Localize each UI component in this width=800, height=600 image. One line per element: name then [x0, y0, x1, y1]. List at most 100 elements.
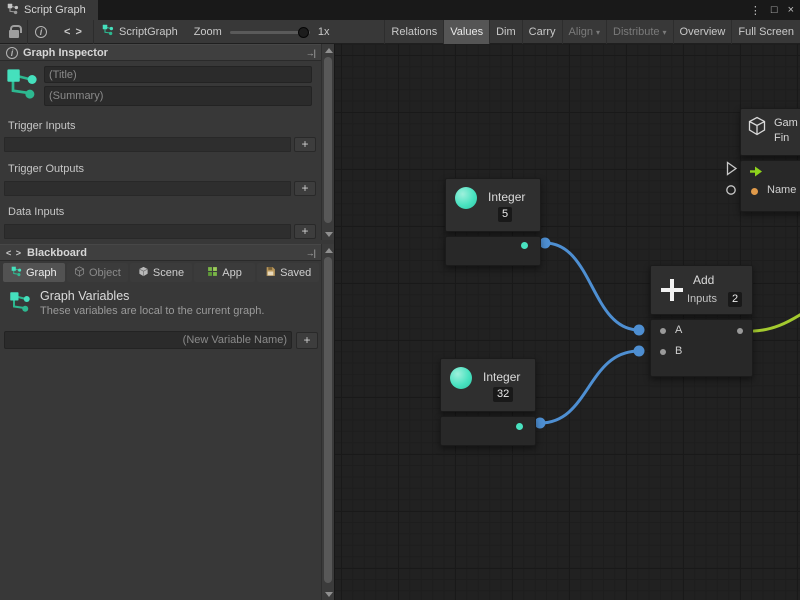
inputs-count-field[interactable]: 2: [728, 292, 742, 307]
zoom-slider[interactable]: [230, 20, 310, 44]
flow-arrow-icon: [749, 166, 763, 180]
input-port-name[interactable]: [751, 188, 758, 195]
tab-graph[interactable]: Graph: [3, 263, 65, 282]
code-icon: < >: [64, 26, 83, 38]
object-tab-icon: [74, 266, 85, 280]
graph-asset-label: ScriptGraph: [119, 26, 178, 38]
carry-button[interactable]: Carry: [522, 20, 562, 44]
graph-canvas[interactable]: Integer 5 Integer 32 Add Inputs: [335, 44, 800, 600]
scroll-up-icon[interactable]: [322, 244, 335, 256]
inputs-label: Inputs: [687, 293, 717, 305]
blackboard-tabs: Graph Object Scene App Saved: [3, 263, 319, 282]
scrollbar-thumb[interactable]: [324, 257, 332, 583]
left-panel: i Graph Inspector →| Trigger Inputs + Tr…: [0, 44, 335, 600]
new-variable-input[interactable]: [4, 331, 292, 349]
node-integer-32[interactable]: Integer 32: [440, 358, 536, 446]
zoom-value: 1x: [318, 26, 330, 38]
graph-title-input[interactable]: [44, 66, 312, 83]
wire-endpoint[interactable]: [634, 346, 645, 357]
add-trigger-output-button[interactable]: +: [294, 181, 316, 196]
graph-asset-button[interactable]: ScriptGraph: [94, 20, 186, 44]
relations-button[interactable]: Relations: [384, 20, 443, 44]
tab-saved[interactable]: Saved: [257, 263, 319, 282]
wire-endpoint[interactable]: [535, 418, 546, 429]
wire-endpoint[interactable]: [634, 325, 645, 336]
chevron-down-icon: ▾: [663, 28, 667, 37]
window-controls: ⋮ □ ×: [750, 0, 794, 20]
close-icon[interactable]: ×: [788, 4, 794, 16]
input-port-a[interactable]: [660, 328, 666, 334]
edit-source-button[interactable]: < >: [54, 20, 94, 44]
blackboard-header: < > Blackboard →|: [0, 244, 321, 261]
info-icon: i: [6, 47, 18, 59]
blackboard-icon: < >: [6, 248, 22, 258]
inspect-button[interactable]: i: [28, 20, 54, 44]
dim-button[interactable]: Dim: [489, 20, 522, 44]
scroll-up-icon[interactable]: [322, 44, 335, 56]
node-add[interactable]: Add Inputs 2 A B: [650, 265, 753, 377]
flow-input-port[interactable]: [726, 161, 738, 179]
dock-icon[interactable]: →|: [306, 48, 315, 58]
graph-inspector-header: i Graph Inspector →|: [0, 44, 321, 61]
chevron-down-icon: ▾: [596, 28, 600, 37]
node-integer-5[interactable]: Integer 5: [445, 178, 541, 266]
tab-script-graph[interactable]: Script Graph: [0, 0, 98, 20]
gameobject-icon: [747, 116, 767, 139]
wire-integer5-to-add-a[interactable]: [545, 243, 639, 330]
port-name-label: Name: [767, 184, 796, 196]
output-port[interactable]: [521, 242, 528, 249]
wire-integer32-to-add-b[interactable]: [540, 351, 639, 423]
integer-value-field[interactable]: 5: [498, 207, 512, 222]
port-a-label: A: [675, 324, 682, 336]
inspector-scrollbar[interactable]: [321, 44, 334, 240]
window-menu-icon[interactable]: ⋮: [750, 4, 761, 17]
align-button[interactable]: Align▾: [562, 20, 606, 44]
output-port[interactable]: [516, 423, 523, 430]
scroll-down-icon[interactable]: [322, 228, 335, 240]
node-header: Integer 32: [440, 358, 536, 412]
graph-icon: [4, 66, 40, 105]
node-header: Integer 5: [445, 178, 541, 232]
node-body: Name: [740, 160, 800, 212]
blackboard-title: Blackboard: [27, 247, 87, 259]
full-screen-button[interactable]: Full Screen: [731, 20, 800, 44]
tab-scene[interactable]: Scene: [130, 263, 192, 282]
add-trigger-input-button[interactable]: +: [294, 137, 316, 152]
graph-toolbar: i < > ScriptGraph Zoom 1x Relations Valu…: [0, 20, 800, 44]
trigger-inputs-list: [4, 137, 291, 152]
zoom-slider-handle[interactable]: [298, 27, 309, 38]
dock-icon[interactable]: →|: [306, 248, 315, 258]
values-button[interactable]: Values: [443, 20, 489, 44]
input-port-b[interactable]: [660, 349, 666, 355]
trigger-outputs-list: [4, 181, 291, 196]
maximize-icon[interactable]: □: [771, 4, 778, 16]
node-title: Integer: [488, 190, 525, 204]
add-data-input-button[interactable]: +: [294, 224, 316, 239]
node-header: Gam Fin: [740, 108, 800, 156]
tab-object[interactable]: Object: [67, 263, 129, 282]
add-variable-button[interactable]: +: [296, 332, 318, 349]
overview-button[interactable]: Overview: [673, 20, 732, 44]
output-port[interactable]: [737, 328, 743, 334]
lock-button[interactable]: [0, 20, 28, 44]
scrollbar-thumb[interactable]: [324, 57, 332, 223]
blackboard-scrollbar[interactable]: [321, 244, 334, 600]
node-body: [445, 236, 541, 266]
graph-variables-icon: [8, 290, 32, 317]
data-input-port[interactable]: [725, 184, 737, 199]
distribute-button[interactable]: Distribute▾: [606, 20, 672, 44]
wire-add-output[interactable]: [754, 313, 800, 331]
section-data-inputs: Data Inputs: [8, 206, 64, 218]
node-body: A B: [650, 319, 753, 377]
scroll-down-icon[interactable]: [322, 588, 335, 600]
node-title: Integer: [483, 370, 520, 384]
tab-app[interactable]: App: [194, 263, 256, 282]
wire-endpoint[interactable]: [540, 238, 551, 249]
node-find-partial[interactable]: Gam Fin Name: [740, 108, 800, 212]
graph-asset-icon: [102, 24, 114, 39]
node-subtitle: Fin: [774, 132, 789, 144]
port-b-label: B: [675, 345, 682, 357]
graph-summary-input[interactable]: [44, 86, 312, 106]
integer-value-field[interactable]: 32: [493, 387, 513, 402]
graph-variables-subtitle: These variables are local to the current…: [40, 305, 264, 317]
